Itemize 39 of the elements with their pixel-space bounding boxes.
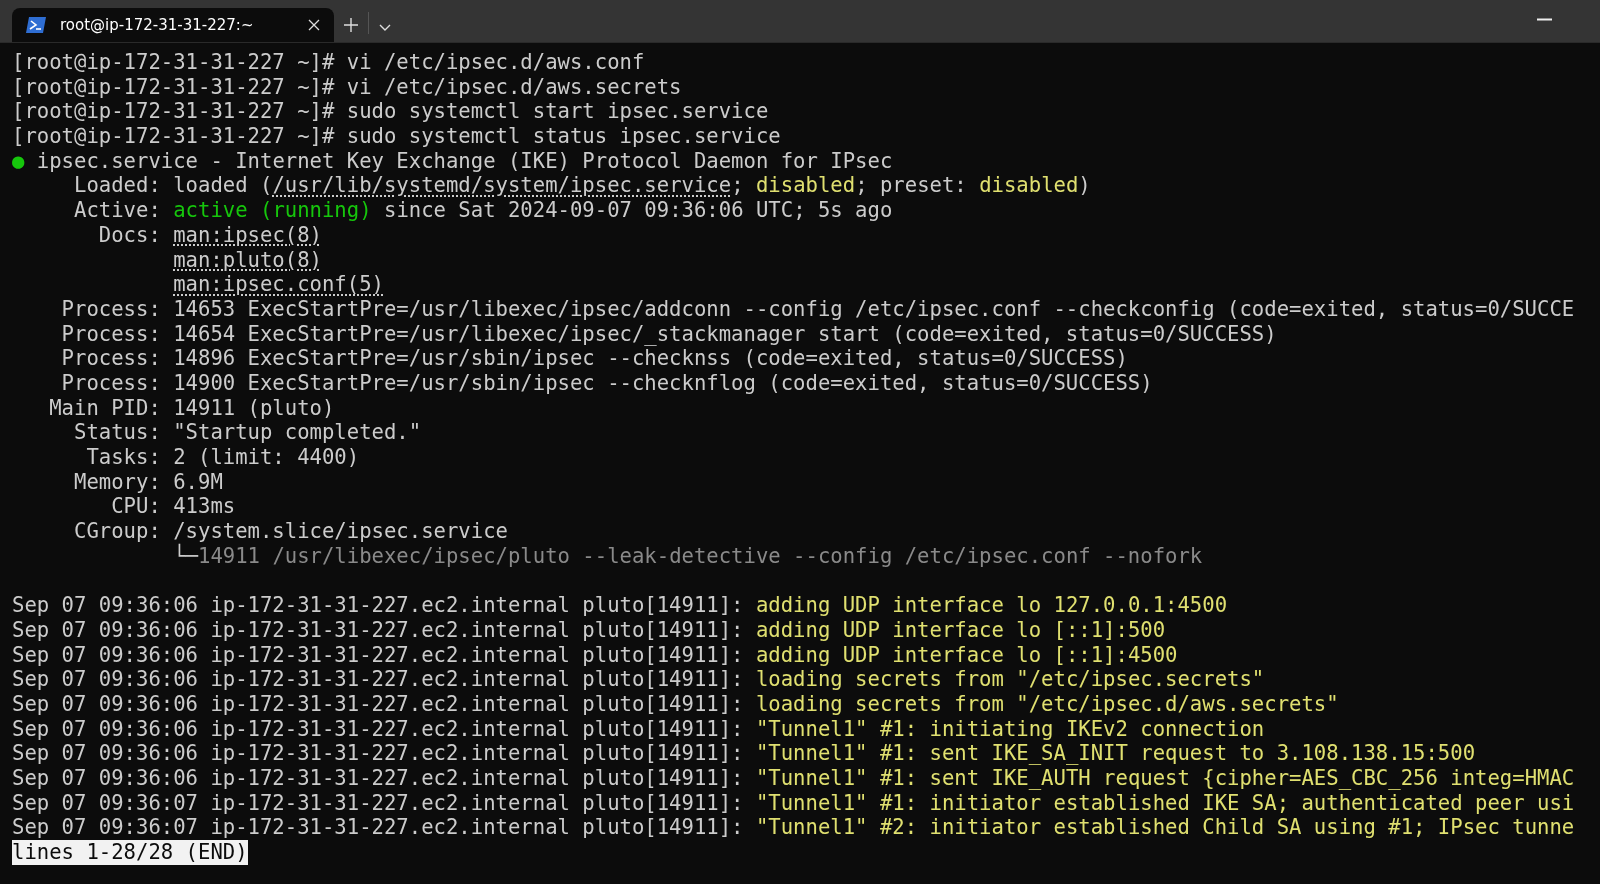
terminal-line: Sep 07 09:36:06 ip-172-31-31-227.ec2.internal pluto[14911]: "Tunnel1" #1: sent IKE_SA_INIT request to 3.108.138.15:500: [12, 741, 1476, 766]
terminal-line: Sep 07 09:36:06 ip-172-31-31-227.ec2.internal pluto[14911]: "Tunnel1" #1: sent IKE_AUTH request {cipher=AES_CBC_256 integ=HMAC: [12, 765, 1575, 790]
terminal-line: Process: 14653 ExecStartPre=/usr/libexec/ipsec/addconn --config /etc/ipsec.conf --checkconfig (code=exited, status=0/SUCCE: [60, 296, 1575, 321]
terminal-line: Sep 07 09:36:06 ip-172-31-31-227.ec2.internal pluto[14911]: "Tunnel1" #1: initiating IKEv2 connection: [12, 716, 1265, 741]
terminal-line: Tasks: 2 (limit: 4400): [85, 445, 360, 469]
minimize-icon: [1537, 18, 1552, 21]
pager-status: lines 1-28/28 (END): [12, 840, 248, 865]
terminal-line: CPU: 413ms: [110, 494, 236, 519]
close-icon[interactable]: [308, 19, 320, 31]
terminal-line: Sep 07 09:36:06 ip-172-31-31-227.ec2.internal pluto[14911]: adding UDP interface lo 127.0.0.1:4500: [12, 593, 1228, 618]
terminal-line: Process: 14896 ExecStartPre=/usr/sbin/ipsec --checknss (code=exited, status=0/SUCCESS): [60, 346, 1128, 371]
chevron-down-icon: [379, 24, 391, 32]
terminal-line: man:ipsec.conf(5): [173, 272, 384, 297]
terminal-tab[interactable]: root@ip-172-31-31-227:~: [12, 8, 334, 42]
terminal-line: Sep 07 09:36:07 ip-172-31-31-227.ec2.internal pluto[14911]: "Tunnel1" #2: initiator established Child SA using #1; IPsec tunne: [12, 815, 1575, 840]
terminal-line: Main PID: 14911 (pluto): [48, 395, 335, 420]
terminal-line: [root@ip-172-31-31-227 ~]# vi /etc/ipsec.d/aws.secrets: [12, 74, 682, 99]
terminal-line: Active: active (running) since Sat 2024-09-07 09:36:06 UTC; 5s ago: [73, 198, 893, 223]
plus-icon: [344, 18, 358, 32]
terminal-line: Sep 07 09:36:06 ip-172-31-31-227.ec2.internal pluto[14911]: adding UDP interface lo [::1]:4500: [12, 642, 1178, 667]
terminal-line: [root@ip-172-31-31-227 ~]# sudo systemctl status ipsec.service: [12, 124, 781, 149]
terminal-line: man:pluto(8): [173, 247, 322, 272]
terminal-line: Memory: 6.9M: [73, 469, 223, 494]
terminal-line: └─14911 /usr/libexec/ipsec/pluto --leak-detective --config /etc/ipsec.conf --nofork: [173, 543, 1203, 568]
terminal-line: [root@ip-172-31-31-227 ~]# sudo systemctl start ipsec.service: [12, 99, 769, 124]
terminal-line: Sep 07 09:36:06 ip-172-31-31-227.ec2.internal pluto[14911]: loading secrets from "/etc/ipsec.d/aws.secrets": [12, 691, 1339, 716]
terminal-line: Loaded: loaded (/usr/lib/systemd/system/ipsec.service; disabled; preset: disabled): [73, 173, 1091, 198]
shell-icon: [26, 17, 46, 33]
terminal-line: CGroup: /system.slice/ipsec.service: [73, 519, 508, 544]
terminal-line: Sep 07 09:36:07 ip-172-31-31-227.ec2.internal pluto[14911]: "Tunnel1" #1: initiator established IKE SA; authenticated peer usi: [12, 790, 1575, 815]
terminal-line: Status: "Startup completed.": [73, 420, 422, 445]
terminal-line: Sep 07 09:36:06 ip-172-31-31-227.ec2.internal pluto[14911]: loading secrets from "/etc/ipsec.secrets": [12, 667, 1265, 692]
terminal-line: [root@ip-172-31-31-227 ~]# vi /etc/ipsec.d/aws.conf: [12, 50, 645, 74]
terminal-line: Process: 14654 ExecStartPre=/usr/libexec/ipsec/_stackmanager start (code=exited, status=0/SUCCESS): [60, 321, 1277, 346]
terminal-line: Process: 14900 ExecStartPre=/usr/sbin/ipsec --checknflog (code=exited, status=0/SUCCESS): [60, 370, 1153, 395]
tab-title: root@ip-172-31-31-227:~: [60, 16, 255, 34]
terminal-line: Sep 07 09:36:06 ip-172-31-31-227.ec2.internal pluto[14911]: adding UDP interface lo [::1]:500: [12, 617, 1166, 642]
terminal-line: ● ipsec.service - Internet Key Exchange (IKE) Protocol Daemon for IPsec: [12, 148, 893, 173]
terminal-line: Docs: man:ipsec(8): [97, 222, 322, 247]
